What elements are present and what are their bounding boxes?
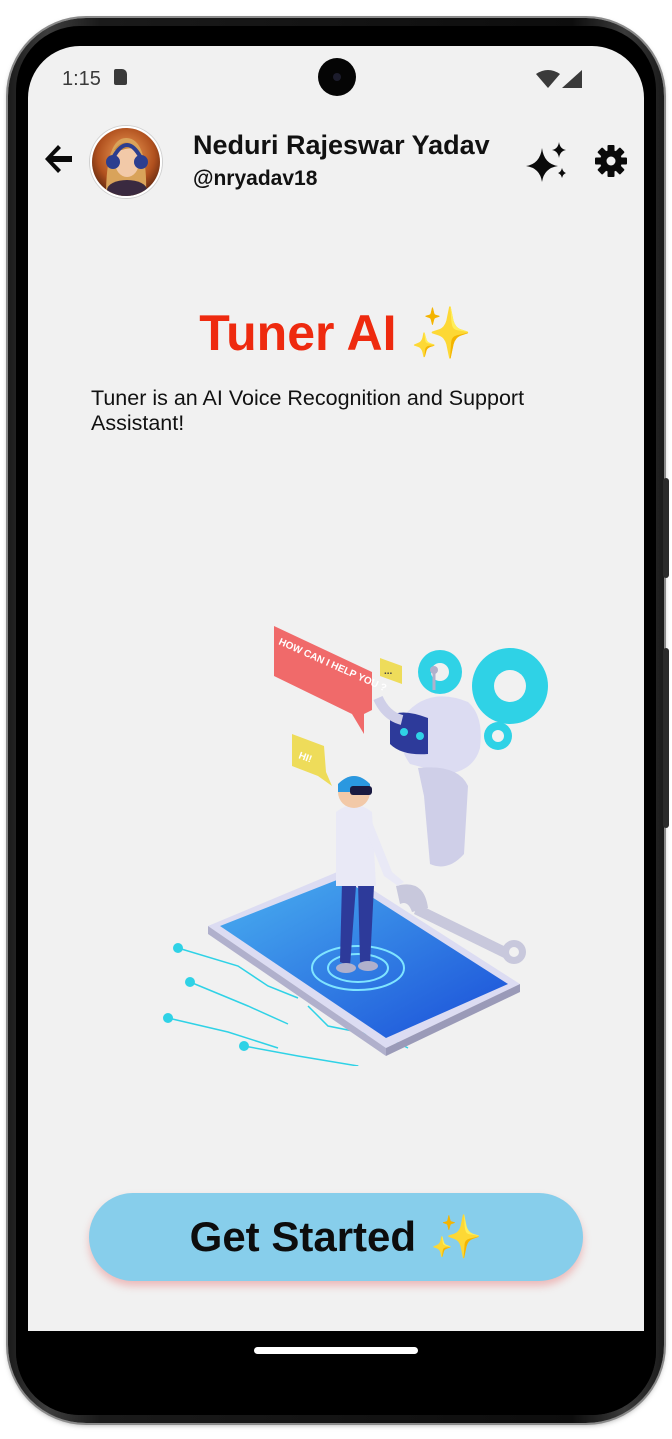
gear-icon[interactable] — [594, 144, 628, 178]
robot — [373, 666, 481, 867]
volume-button — [663, 648, 669, 828]
status-time: 1:15 — [62, 68, 101, 90]
get-started-button[interactable]: Get Started ✨ — [89, 1193, 583, 1281]
speech-bubble-dots: ... — [380, 658, 402, 684]
user-handle: @nryadav18 — [193, 167, 318, 190]
user-name: Neduri Rajeswar Yadav — [193, 130, 490, 160]
speech-bubble-robot: HOW CAN I HELP YOU ? — [274, 626, 388, 734]
get-started-label: Get Started — [189, 1213, 417, 1260]
home-gesture-handle[interactable] — [254, 1347, 418, 1354]
front-camera — [318, 58, 356, 96]
avatar[interactable] — [90, 126, 162, 198]
wifi-icon — [536, 70, 560, 88]
device-bezel: 1:15 Neduri Rajeswar Yadav @nryadav18 Tu… — [16, 26, 656, 1415]
speech-bubble-person: HI! — [292, 734, 332, 786]
page-title: Tuner AI ✨ — [28, 304, 644, 363]
title-text: Tuner AI — [199, 305, 397, 361]
app-screen: 1:15 Neduri Rajeswar Yadav @nryadav18 Tu… — [28, 46, 644, 1386]
system-nav-bar — [16, 1331, 656, 1415]
sd-card-icon — [114, 69, 127, 85]
sparkle-icon[interactable] — [526, 142, 570, 182]
avatar-image — [92, 128, 160, 196]
signal-icon — [562, 70, 582, 88]
ai-assistant-illustration: HOW CAN I HELP YOU ? ... HI! — [163, 626, 548, 1066]
get-started-sparkle-emoji: ✨ — [430, 1212, 483, 1260]
power-button — [663, 478, 669, 578]
back-arrow-icon[interactable] — [42, 142, 76, 176]
app-description: Tuner is an AI Voice Recognition and Sup… — [91, 386, 525, 435]
svg-text:...: ... — [384, 666, 393, 677]
title-sparkle-emoji: ✨ — [410, 305, 473, 361]
